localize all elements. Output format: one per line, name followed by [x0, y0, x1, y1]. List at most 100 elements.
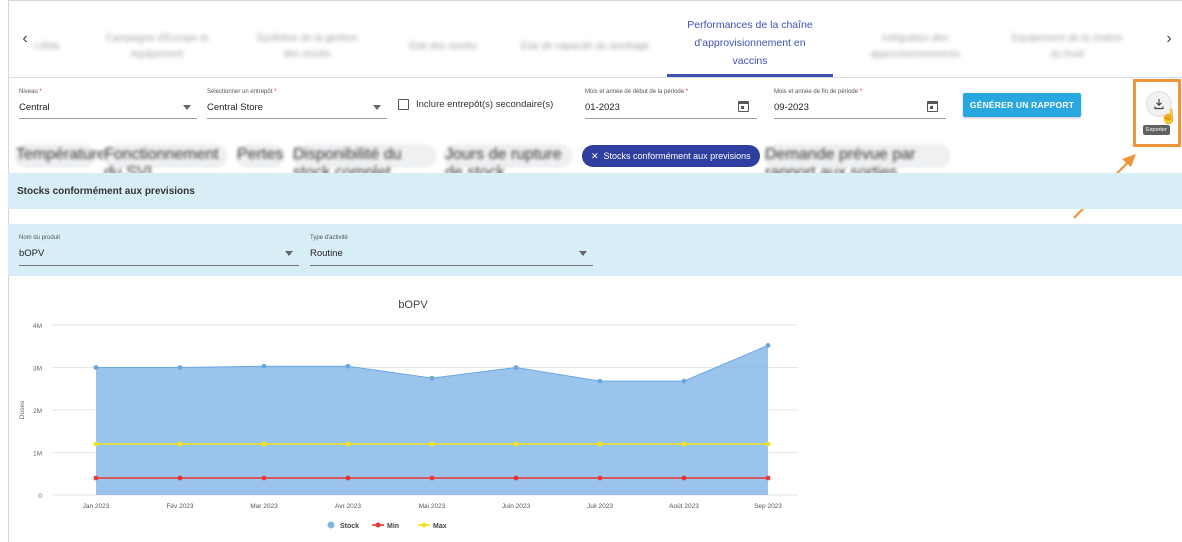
tab-item[interactable]: Etat de capacité de stockage — [515, 18, 655, 76]
min-point — [681, 475, 687, 481]
chart-title: bOPV — [398, 299, 428, 311]
product-value: bOPV — [19, 248, 45, 259]
export-tooltip: Exporter — [1143, 125, 1170, 135]
chevron-down-icon — [285, 251, 293, 256]
max-point — [429, 441, 435, 447]
entrepot-select[interactable]: Sélectionner un entrepôt * Central Store — [207, 89, 387, 119]
min-point — [513, 475, 519, 481]
x-tick-label: Jan 2023 — [83, 503, 110, 510]
tab-label-line: d'approvisionnement en — [694, 37, 806, 49]
stock-point — [765, 343, 771, 348]
section-title: Stocks conformément aux previsions — [17, 186, 195, 197]
chip-label: Stocks conformément aux previsions — [603, 151, 751, 161]
calendar-icon[interactable] — [738, 101, 749, 112]
chip-filter[interactable]: Pertes — [236, 145, 284, 167]
start-period-value: 01-2023 — [585, 102, 620, 113]
min-point — [597, 475, 603, 481]
end-period-label: Mois et année de fin de période — [774, 89, 859, 95]
min-point — [261, 475, 267, 481]
y-axis-label: Doses — [19, 400, 26, 419]
active-tab-indicator — [667, 74, 833, 77]
min-point — [345, 475, 351, 481]
min-point — [429, 475, 435, 481]
niveau-select[interactable]: Niveau * Central — [19, 89, 197, 119]
stock-point — [681, 378, 687, 384]
activity-label: Type d'activité — [310, 235, 348, 241]
max-point — [513, 441, 519, 447]
tab-scroll-right-icon[interactable]: › — [1160, 30, 1178, 48]
niveau-value: Central — [19, 102, 50, 113]
entrepot-label: Sélectionner un entrepôt — [207, 89, 273, 95]
legend-label: Max — [433, 523, 447, 530]
chevron-down-icon — [579, 251, 587, 256]
include-secondary-checkbox[interactable] — [398, 99, 409, 110]
product-select[interactable]: Nom du produit bOPV — [19, 235, 299, 266]
x-tick-label: Mar 2023 — [250, 503, 278, 510]
chip-filter[interactable]: Fonctionnement du SVI — [103, 145, 227, 181]
stock-point — [513, 365, 519, 370]
legend-marker — [327, 521, 335, 529]
end-period-value: 09-2023 — [774, 102, 809, 113]
end-period-field[interactable]: Mois et année de fin de période * 09-202… — [774, 89, 946, 119]
chip-filter[interactable]: Température — [15, 145, 106, 167]
max-point — [765, 441, 771, 447]
stock-point — [261, 363, 267, 369]
stock-point — [345, 363, 351, 369]
y-tick-label: 4M — [33, 323, 42, 330]
stock-point — [93, 365, 99, 370]
tab-label-line: Performances de la chaîne — [687, 19, 813, 31]
legend-marker — [421, 522, 427, 528]
x-tick-label: Juin 2023 — [502, 503, 531, 510]
x-tick-label: Avr 2023 — [335, 503, 361, 510]
start-period-label: Mois et année de début de la période — [585, 89, 685, 95]
y-tick-label: 1M — [33, 451, 42, 458]
chip-filter[interactable]: Disponibilité du stock complet — [292, 145, 436, 181]
tab-item[interactable]: Campagne d'Europe et équipement — [97, 18, 217, 76]
min-point — [93, 475, 99, 481]
calendar-icon[interactable] — [927, 101, 938, 112]
tab-item[interactable]: Intégration des approvisionnements — [855, 18, 975, 76]
chart-svg: bOPV 0 1M 2M 3M 4M Doses Jan 2023 Fév 2023 Mar 20… — [19, 299, 798, 530]
tab-item[interactable]: Etat des stocks — [393, 18, 493, 76]
stock-point — [177, 365, 183, 370]
tab-item[interactable]: Equipement de la chaîne du froid — [1008, 18, 1126, 76]
chevron-down-icon — [373, 105, 381, 110]
chip-filter[interactable]: Demande prévue par rapport aux sorties — [764, 145, 950, 181]
max-point — [177, 441, 183, 447]
max-point — [681, 441, 687, 447]
hand-cursor-icon: ☝ — [1160, 108, 1178, 124]
max-point — [93, 441, 99, 447]
niveau-label: Niveau — [19, 89, 38, 95]
y-tick-label: 3M — [33, 366, 42, 373]
tab-item[interactable]: Lithia — [30, 18, 64, 76]
max-point — [597, 441, 603, 447]
tab-label-line: vaccins — [732, 55, 768, 67]
stock-point — [429, 375, 435, 381]
chevron-down-icon — [183, 105, 191, 110]
x-tick-label: Fév 2023 — [166, 503, 193, 510]
chip-stocks-forecast-active[interactable]: ✕ Stocks conformément aux previsions — [582, 145, 760, 167]
stock-point — [597, 378, 603, 384]
include-secondary-label: Inclure entrepôt(s) secondaire(s) — [416, 99, 554, 110]
generate-report-button[interactable]: GÉNÉRER UN RAPPORT — [963, 93, 1081, 117]
activity-value: Routine — [310, 248, 343, 259]
legend-label: Min — [387, 523, 399, 530]
tab-item[interactable]: Synthèse de la gestion des stocks — [252, 18, 362, 76]
legend-marker — [375, 522, 381, 528]
max-point — [261, 441, 267, 447]
stock-forecast-chart: bOPV 0 1M 2M 3M 4M Doses Jan 2023 Fév 2023 Mar 20… — [8, 285, 808, 542]
product-label: Nom du produit — [19, 235, 61, 241]
entrepot-value: Central Store — [207, 102, 263, 113]
y-tick-label: 2M — [33, 408, 42, 415]
chip-filter[interactable]: Jours de rupture de stock — [444, 145, 572, 181]
min-point — [765, 475, 771, 481]
x-tick-label: Août 2023 — [669, 503, 699, 510]
x-tick-label: Mai 2023 — [419, 503, 446, 510]
legend-label: Stock — [340, 523, 359, 530]
start-period-field[interactable]: Mois et année de début de la période * 0… — [585, 89, 757, 119]
activity-type-select[interactable]: Type d'activité Routine — [310, 235, 593, 266]
tab-supply-chain-performance[interactable]: Performances de la chaîne d'approvisionn… — [667, 12, 833, 74]
close-icon[interactable]: ✕ — [591, 151, 599, 162]
min-point — [177, 475, 183, 481]
max-point — [345, 441, 351, 447]
